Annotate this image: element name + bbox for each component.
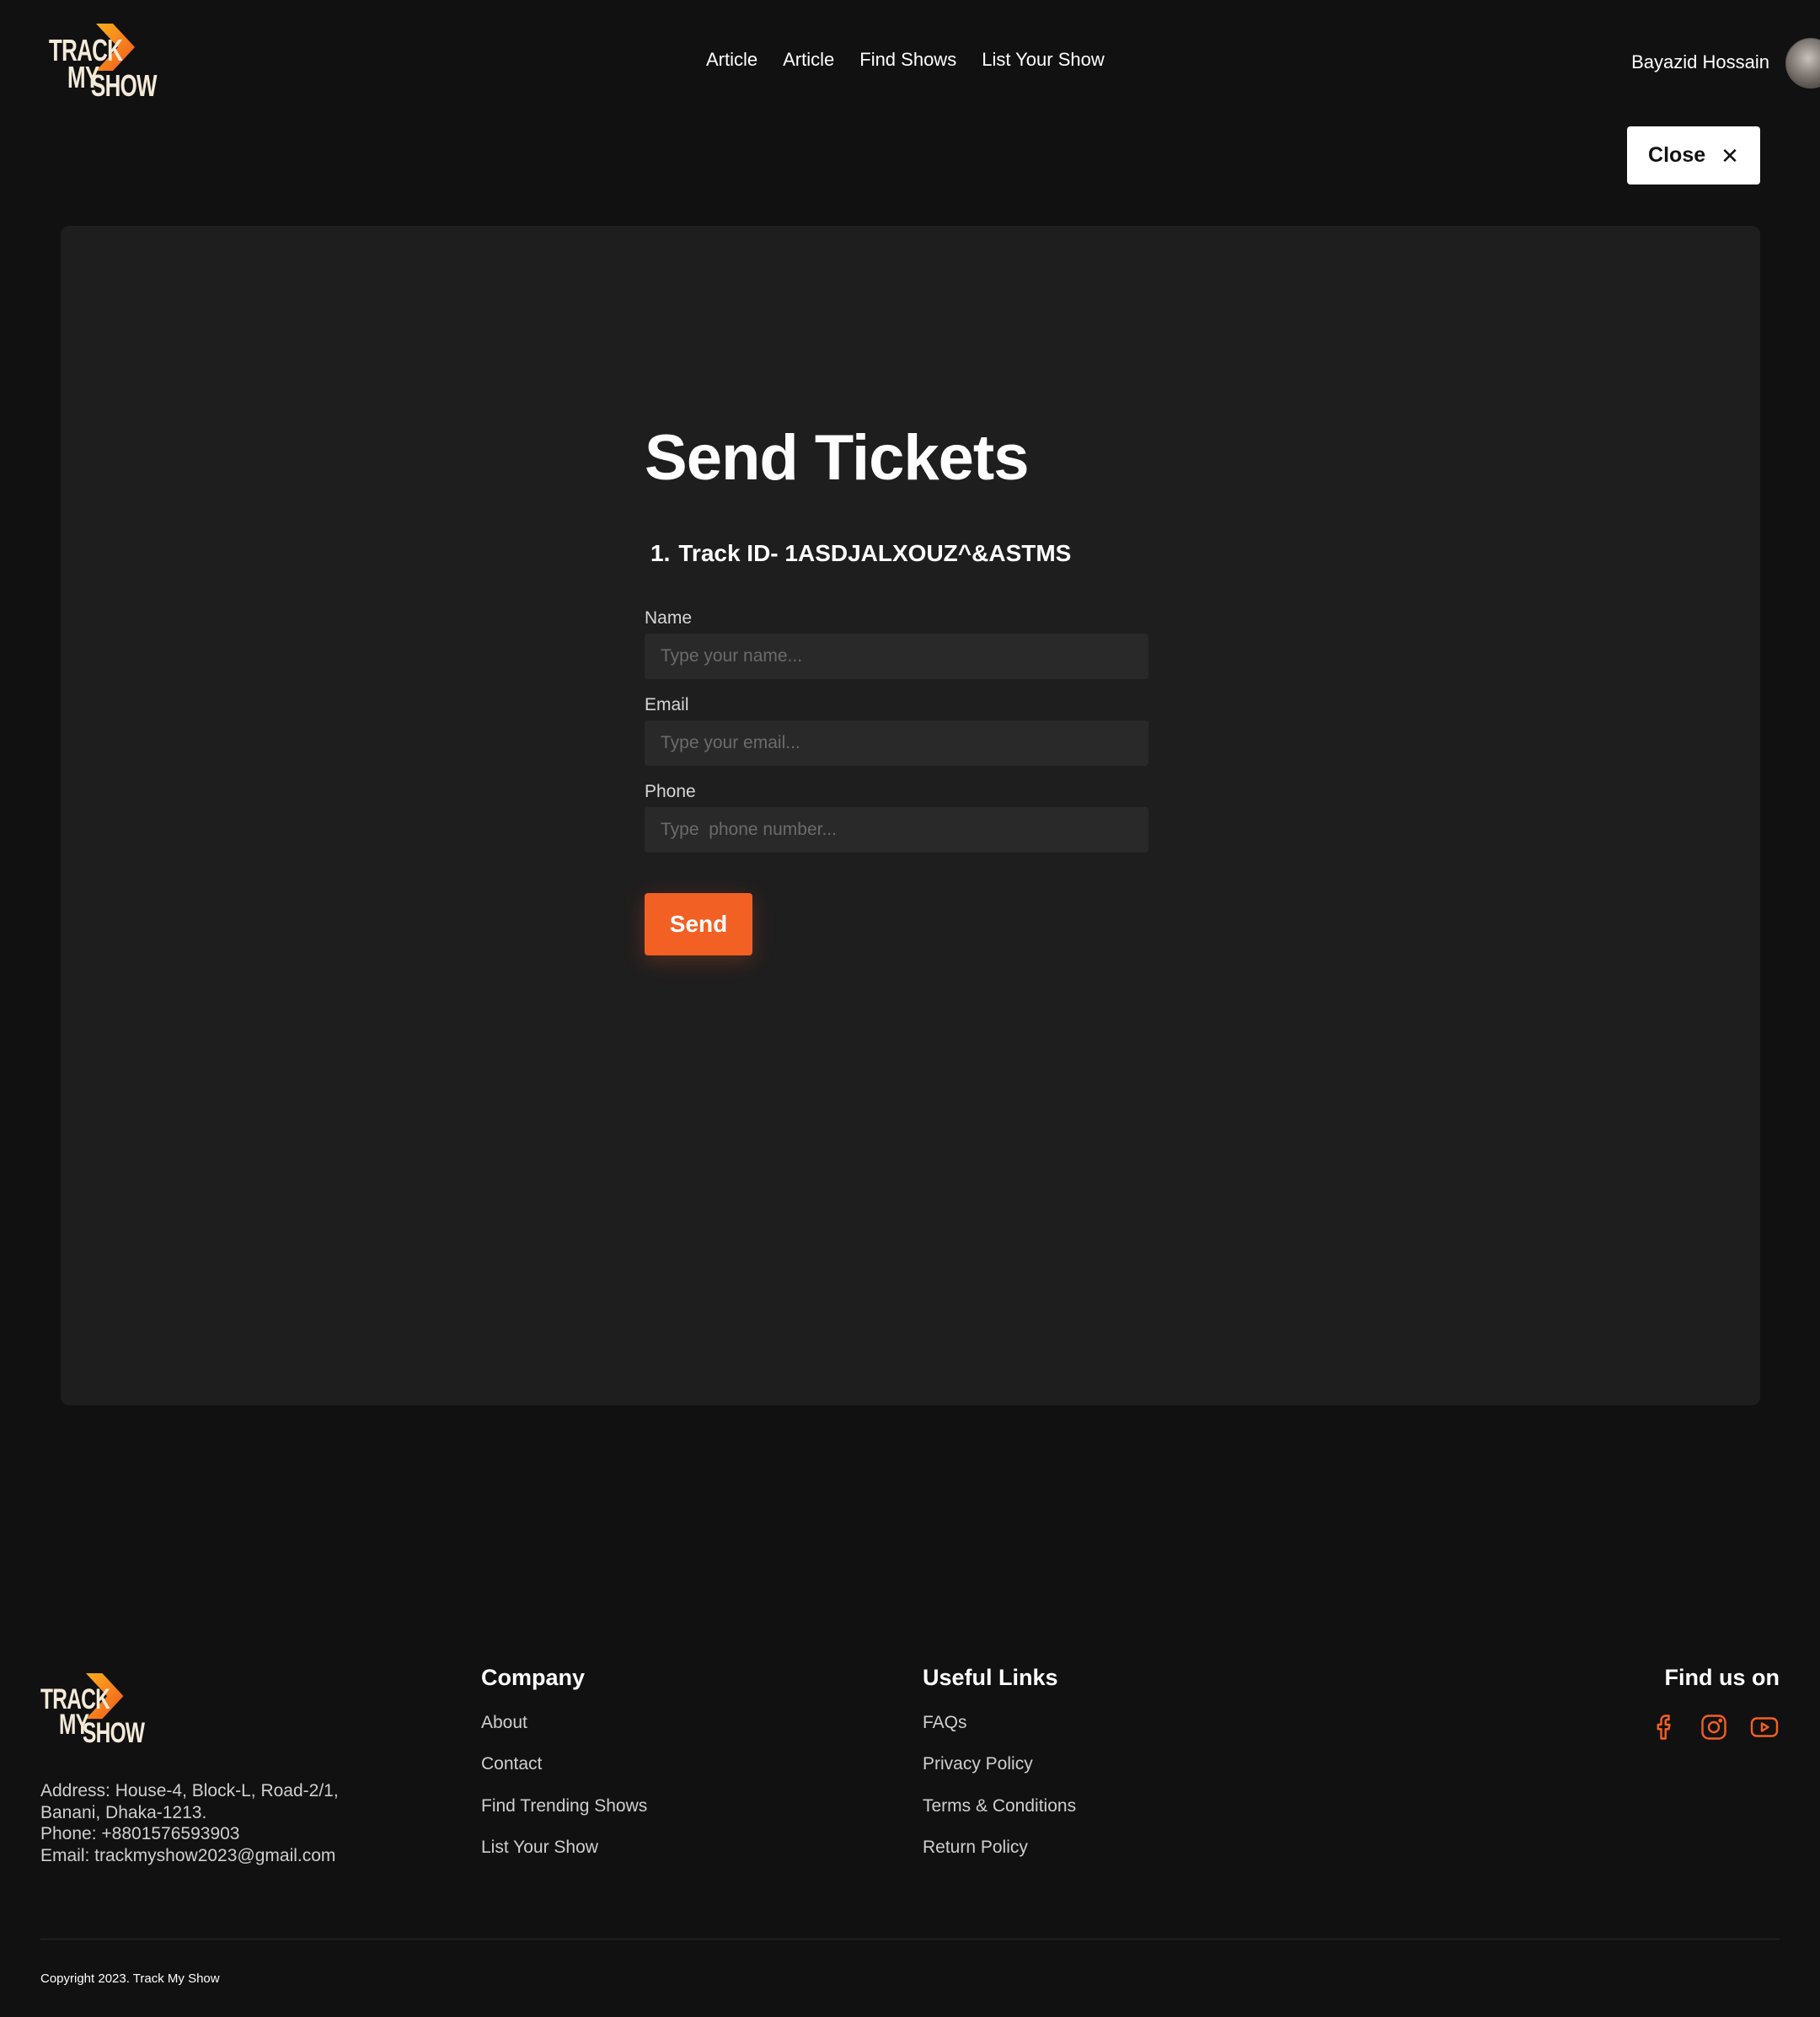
footer-link-list-your-show[interactable]: List Your Show xyxy=(481,1838,598,1858)
footer-link-terms-conditions[interactable]: Terms & Conditions xyxy=(923,1796,1076,1816)
footer-logo[interactable]: TRACK MY SHOW xyxy=(40,1673,145,1751)
phone-input[interactable] xyxy=(645,807,1148,853)
close-icon: ✕ xyxy=(1721,142,1739,169)
footer-link-find-trending-shows[interactable]: Find Trending Shows xyxy=(481,1796,647,1816)
footer-link-faqs[interactable]: FAQs xyxy=(923,1713,967,1733)
track-id-item: 1. Track ID- 1ASDJALXOUZ^&ASTMS xyxy=(650,540,1071,567)
facebook-icon[interactable] xyxy=(1650,1712,1680,1742)
logo-text-show: SHOW xyxy=(91,68,157,103)
footer-link-return-policy[interactable]: Return Policy xyxy=(923,1838,1028,1858)
email-input[interactable] xyxy=(645,720,1148,766)
phone-label: Phone xyxy=(645,782,696,801)
nav-item-list-your-show[interactable]: List Your Show xyxy=(982,49,1105,71)
name-input[interactable] xyxy=(645,634,1148,679)
nav-item-article[interactable]: Article xyxy=(706,49,757,71)
close-button-label: Close xyxy=(1648,143,1706,167)
send-button[interactable]: Send xyxy=(645,893,752,955)
page-title: Send Tickets xyxy=(645,422,1029,494)
user-name[interactable]: Bayazid Hossain xyxy=(1601,51,1769,73)
youtube-icon[interactable] xyxy=(1749,1712,1780,1742)
instagram-icon[interactable] xyxy=(1699,1712,1729,1742)
company-address: Address: House-4, Block-L, Road-2/1, Ban… xyxy=(40,1780,411,1866)
useful-links-heading: Useful Links xyxy=(923,1665,1058,1690)
logo-text-show: SHOW xyxy=(83,1717,145,1749)
close-button[interactable]: Close ✕ xyxy=(1627,126,1760,185)
track-id-text: Track ID- 1ASDJALXOUZ^&ASTMS xyxy=(678,540,1072,566)
copyright-text: Copyright 2023. Track My Show xyxy=(40,1972,220,1986)
avatar[interactable] xyxy=(1785,38,1820,88)
email-label: Email xyxy=(645,695,689,714)
track-id-number: 1. xyxy=(650,540,671,566)
find-us-heading: Find us on xyxy=(1664,1665,1780,1690)
site-header: TRACK MY SHOW Article Article Find Shows… xyxy=(0,0,1820,126)
email-line: Email: trackmyshow2023@gmail.com xyxy=(40,1845,336,1865)
footer-link-privacy-policy[interactable]: Privacy Policy xyxy=(923,1754,1033,1774)
phone-line: Phone: +8801576593903 xyxy=(40,1824,240,1843)
site-logo[interactable]: TRACK MY SHOW xyxy=(49,24,157,101)
nav-item-find-shows[interactable]: Find Shows xyxy=(859,49,956,71)
main-nav: Article Article Find Shows List Your Sho… xyxy=(706,49,1105,71)
footer-link-about[interactable]: About xyxy=(481,1713,527,1733)
name-label: Name xyxy=(645,608,693,628)
address-line: Banani, Dhaka-1213. xyxy=(40,1802,207,1822)
nav-item-article-2[interactable]: Article xyxy=(783,49,834,71)
address-line: Address: House-4, Block-L, Road-2/1, xyxy=(40,1781,339,1800)
footer-link-contact[interactable]: Contact xyxy=(481,1754,542,1774)
company-heading: Company xyxy=(481,1665,586,1690)
